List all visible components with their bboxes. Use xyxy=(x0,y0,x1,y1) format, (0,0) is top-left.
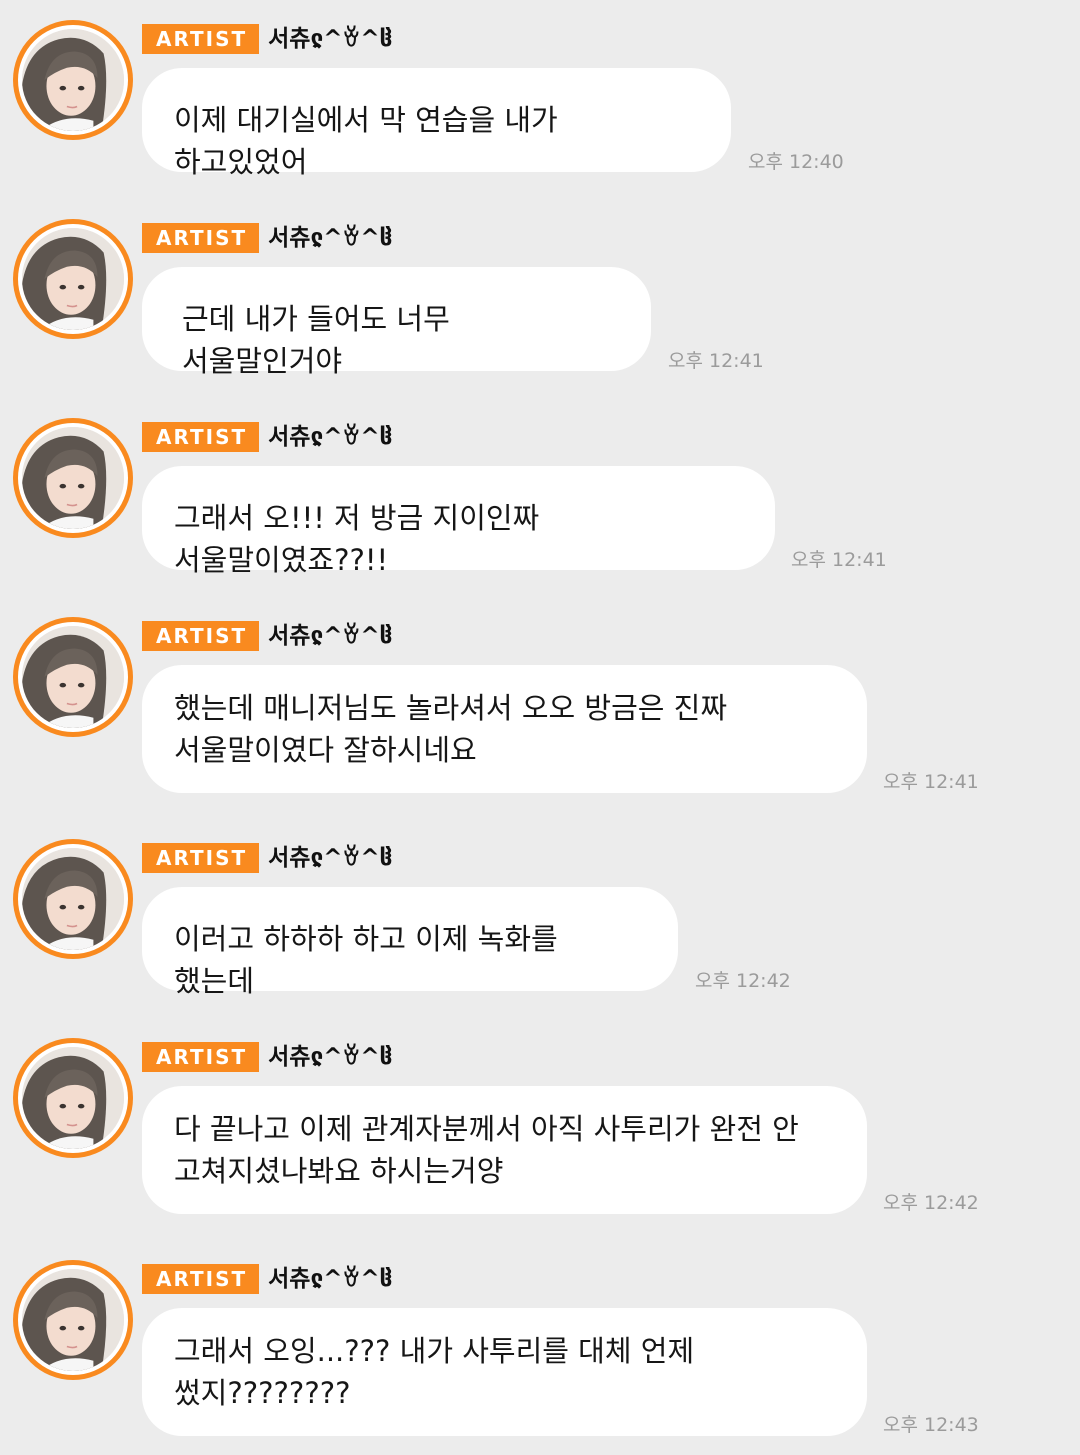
message-bubble[interactable]: 이제 대기실에서 막 연습을 내가 하고있었어 xyxy=(142,68,731,179)
message-bubble[interactable]: 했는데 매니저님도 놀라셔서 오오 방금은 진짜 서울말이였다 잘하시네요 xyxy=(142,665,867,793)
avatar[interactable] xyxy=(13,839,133,959)
profile-photo-icon xyxy=(22,228,124,330)
sender-name[interactable]: 서츄ჺ^ꈊ^ჱ xyxy=(268,621,392,651)
artist-badge: ARTIST xyxy=(142,24,260,54)
profile-photo-icon xyxy=(22,29,124,131)
avatar[interactable] xyxy=(13,1260,133,1380)
sender-name[interactable]: 서츄ჺ^ꈊ^ჱ xyxy=(268,24,392,54)
artist-badge: ARTIST xyxy=(142,621,260,651)
artist-badge: ARTIST xyxy=(142,843,260,873)
message-time: 오후 12:42 xyxy=(695,970,791,992)
message-header: ARTIST 서츄ჺ^ꈊ^ჱ xyxy=(142,1264,393,1294)
message-bubble[interactable]: 다 끝나고 이제 관계자분께서 아직 사투리가 완전 안 고쳐지셨나봐요 하시는… xyxy=(142,1086,867,1214)
message-bubble[interactable]: 그래서 오잉...??? 내가 사투리를 대체 언제 썼지???????? xyxy=(142,1308,867,1436)
message-header: ARTIST 서츄ჺ^ꈊ^ჱ xyxy=(142,422,393,452)
message-header: ARTIST 서츄ჺ^ꈊ^ჱ xyxy=(142,1042,393,1072)
message-time: 오후 12:40 xyxy=(748,151,844,173)
artist-badge: ARTIST xyxy=(142,1264,260,1294)
message-time: 오후 12:43 xyxy=(883,1414,979,1436)
sender-name[interactable]: 서츄ჺ^ꈊ^ჱ xyxy=(268,843,392,873)
message-time: 오후 12:41 xyxy=(668,350,764,372)
sender-name[interactable]: 서츄ჺ^ꈊ^ჱ xyxy=(268,223,392,253)
avatar[interactable] xyxy=(13,1038,133,1158)
message-header: ARTIST 서츄ჺ^ꈊ^ჱ xyxy=(142,24,393,54)
message-time: 오후 12:41 xyxy=(883,771,979,793)
artist-badge: ARTIST xyxy=(142,223,260,253)
avatar[interactable] xyxy=(13,219,133,339)
artist-badge: ARTIST xyxy=(142,1042,260,1072)
avatar[interactable] xyxy=(13,617,133,737)
sender-name[interactable]: 서츄ჺ^ꈊ^ჱ xyxy=(268,422,392,452)
profile-photo-icon xyxy=(22,1269,124,1371)
artist-badge: ARTIST xyxy=(142,422,260,452)
avatar[interactable] xyxy=(13,20,133,140)
sender-name[interactable]: 서츄ჺ^ꈊ^ჱ xyxy=(268,1264,392,1294)
message-bubble[interactable]: 근데 내가 들어도 너무 서울말인거야 xyxy=(142,267,651,378)
sender-name[interactable]: 서츄ჺ^ꈊ^ჱ xyxy=(268,1042,392,1072)
profile-photo-icon xyxy=(22,427,124,529)
message-header: ARTIST 서츄ჺ^ꈊ^ჱ xyxy=(142,223,393,253)
message-time: 오후 12:41 xyxy=(791,549,887,571)
profile-photo-icon xyxy=(22,848,124,950)
message-bubble[interactable]: 이러고 하하하 하고 이제 녹화를 했는데 xyxy=(142,887,678,998)
message-bubble[interactable]: 그래서 오!!! 저 방금 지이인짜 서울말이였죠??!! xyxy=(142,466,775,577)
message-header: ARTIST 서츄ჺ^ꈊ^ჱ xyxy=(142,621,393,651)
profile-photo-icon xyxy=(22,626,124,728)
message-time: 오후 12:42 xyxy=(883,1192,979,1214)
message-header: ARTIST 서츄ჺ^ꈊ^ჱ xyxy=(142,843,393,873)
avatar[interactable] xyxy=(13,418,133,538)
profile-photo-icon xyxy=(22,1047,124,1149)
